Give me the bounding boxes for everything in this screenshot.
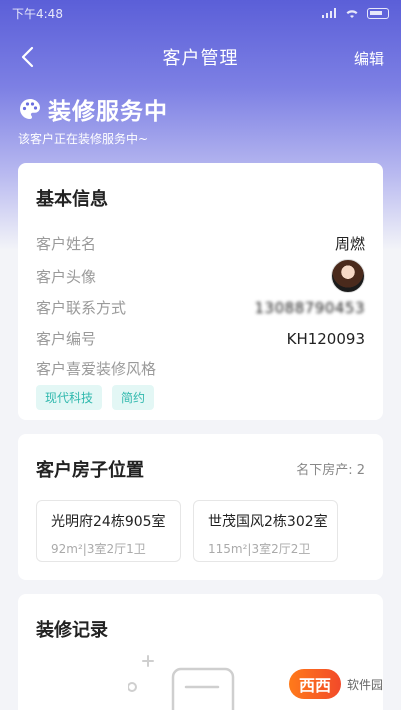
status-subtitle: 该客户正在装修服务中~ [18, 132, 149, 146]
service-status: 装修服务中 [18, 92, 168, 126]
signal-icon [322, 7, 336, 18]
customer-phone-row: 客户联系方式 13088790453 [36, 297, 365, 318]
house-location-title: 客户房子位置 [36, 460, 144, 481]
customer-id-value: KH120093 [286, 329, 365, 348]
house-name: 光明府24栋905室 [51, 514, 166, 530]
house-name: 世茂国风2栋302室 [208, 514, 328, 530]
house-detail: 115m²|3室2厅2卫 [208, 542, 311, 556]
chevron-left-icon [21, 46, 34, 68]
house-list: 光明府24栋905室 92m²|3室2厅1卫 世茂国风2栋302室 115m²|… [36, 500, 338, 562]
customer-id-label: 客户编号 [36, 330, 97, 348]
house-location-card: 客户房子位置 名下房产: 2 光明府24栋905室 92m²|3室2厅1卫 世茂… [18, 434, 383, 580]
customer-style-row: 客户喜爱装修风格 [36, 358, 365, 379]
page-title: 客户管理 [162, 48, 239, 69]
watermark-badge: 西西 [288, 669, 341, 699]
status-icons [321, 7, 389, 19]
customer-name-value: 周燃 [334, 235, 365, 253]
battery-icon [367, 7, 389, 19]
status-title: 装修服务中 [48, 99, 168, 125]
customer-phone-value: 13088790453 [254, 298, 365, 317]
customer-phone-label: 客户联系方式 [36, 299, 127, 317]
back-button[interactable] [12, 42, 42, 72]
property-count: 名下房产: 2 [296, 463, 365, 478]
nav-bar: 客户管理 编辑 [0, 38, 401, 76]
house-item[interactable]: 光明府24栋905室 92m²|3室2厅1卫 [36, 500, 181, 562]
customer-avatar-label: 客户头像 [36, 267, 97, 286]
status-time: 下午4:48 [12, 6, 63, 21]
style-tag: 现代科技 [36, 385, 103, 410]
avatar[interactable] [331, 259, 365, 293]
basic-info-card: 基本信息 客户姓名 周燃 客户头像 客户联系方式 13088790453 客户编… [18, 163, 383, 420]
customer-id-row: 客户编号 KH120093 [36, 328, 365, 349]
customer-avatar-row: 客户头像 [36, 259, 365, 293]
palette-icon [20, 99, 40, 119]
customer-style-label: 客户喜爱装修风格 [36, 360, 157, 378]
edit-button[interactable]: 编辑 [354, 48, 384, 69]
house-item[interactable]: 世茂国风2栋302室 115m²|3室2厅2卫 [193, 500, 338, 562]
status-bar: 下午4:48 [0, 0, 401, 26]
basic-info-title: 基本信息 [36, 189, 108, 210]
customer-name-row: 客户姓名 周燃 [36, 233, 365, 254]
style-tags: 现代科技 简约 [36, 385, 155, 410]
watermark-logo: 西西 软件园 [203, 666, 383, 702]
renovation-record-title: 装修记录 [36, 620, 108, 641]
wifi-icon [346, 9, 358, 18]
customer-name-label: 客户姓名 [36, 235, 97, 253]
style-tag: 简约 [112, 385, 155, 410]
house-detail: 92m²|3室2厅1卫 [51, 542, 146, 556]
watermark-text: 软件园 [346, 677, 383, 692]
